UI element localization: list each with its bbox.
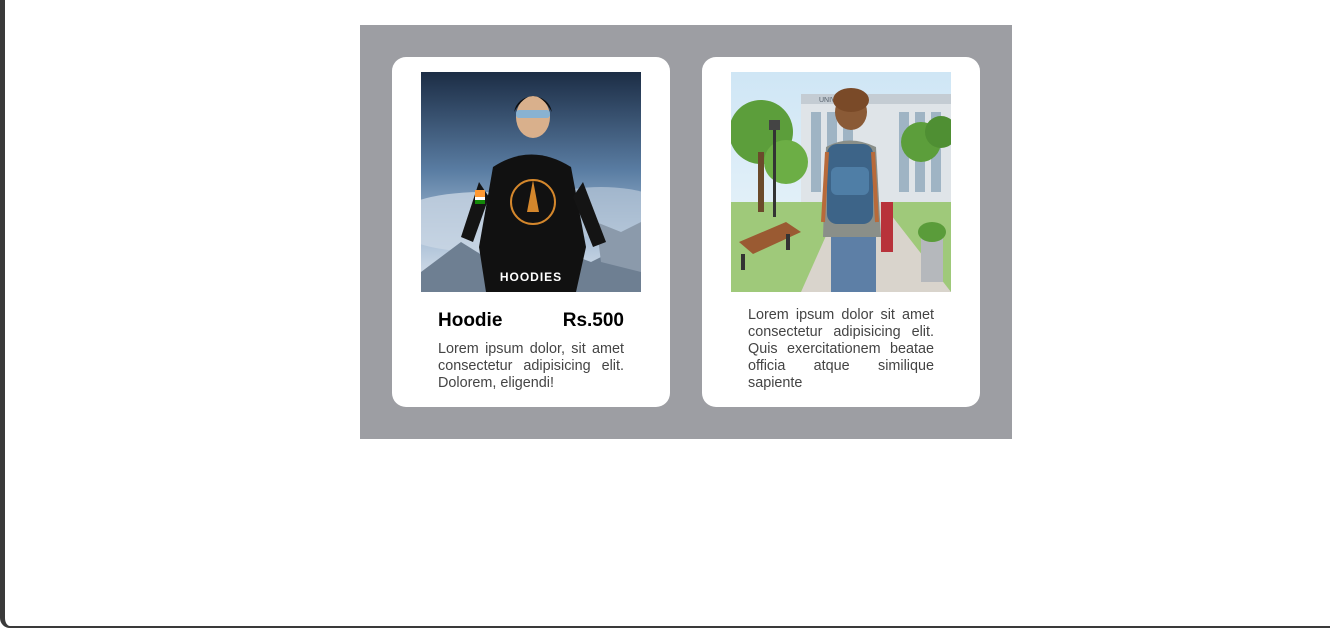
product-price: Rs.500 — [562, 310, 624, 331]
product-description: Lorem ipsum dolor sit amet consectetur a… — [748, 307, 934, 391]
hoodie-image: HOODIES — [421, 72, 641, 292]
campus-illustration: UNIVERSITY — [731, 72, 951, 292]
hoodie-illustration: HOODIES — [421, 72, 641, 292]
product-panel: HOODIES Hoodie Rs.500 Lorem ipsum dolor,… — [360, 25, 1012, 439]
product-description: Lorem ipsum dolor, sit amet consectetur … — [438, 341, 624, 391]
product-title: Hoodie — [438, 310, 503, 331]
page-frame: HOODIES Hoodie Rs.500 Lorem ipsum dolor,… — [0, 0, 1330, 628]
product-card-backpack[interactable]: UNIVERSITY — [702, 57, 980, 407]
card-title-row: Hoodie Rs.500 — [438, 310, 624, 332]
campus-image: UNIVERSITY — [731, 72, 951, 292]
product-card-hoodie[interactable]: HOODIES Hoodie Rs.500 Lorem ipsum dolor,… — [392, 57, 670, 407]
hoodie-image-label: HOODIES — [500, 270, 562, 284]
